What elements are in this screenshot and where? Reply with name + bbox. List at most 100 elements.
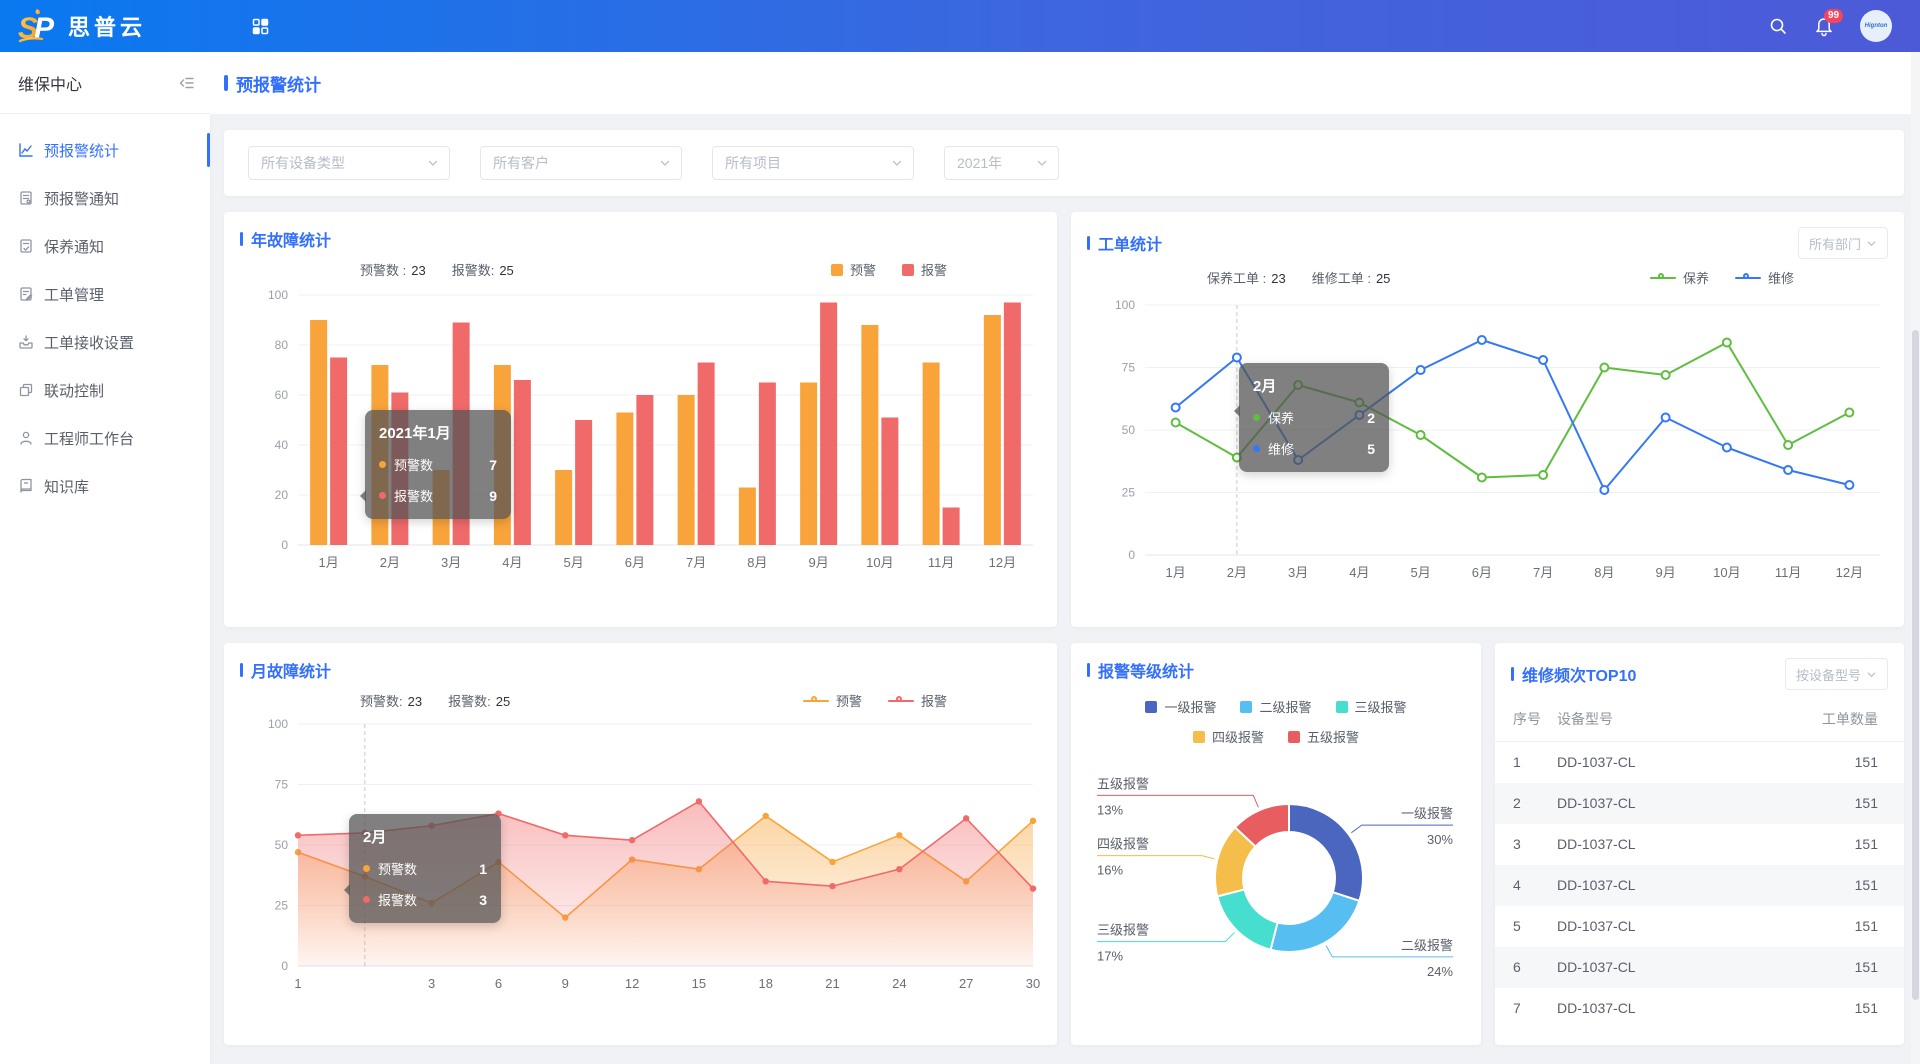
sidebar-item-workorder-manage[interactable]: 工单管理 (0, 270, 210, 318)
svg-text:5月: 5月 (564, 555, 584, 570)
year-fault-card: 年故障统计 预警数 :23 报警数:25 预警 报警 0204060801001… (224, 212, 1057, 627)
year-fault-tooltip: 2021年1月 预警数7 报警数9 (365, 410, 511, 519)
col-device-model: 设备型号 (1557, 699, 1808, 742)
svg-text:3: 3 (428, 976, 435, 991)
main-content: 预报警统计 所有设备类型 所有客户 所有项目 2021年 (210, 52, 1920, 1064)
table-row: 7DD-1037-CL151 (1495, 988, 1904, 1029)
svg-text:16%: 16% (1097, 863, 1123, 878)
svg-text:四级报警: 四级报警 (1097, 837, 1149, 852)
device-type-select[interactable]: 所有设备类型 (248, 146, 450, 180)
year-fault-bar-chart[interactable]: 0204060801001月2月3月4月5月6月7月8月9月10月11月12月 (224, 281, 1057, 598)
brand-logo[interactable]: S P 思普云 (0, 8, 210, 44)
notifications-bell-icon[interactable]: 99 (1814, 16, 1834, 37)
svg-text:100: 100 (1115, 298, 1135, 312)
work-order-title: 工单统计 (1087, 231, 1162, 255)
work-order-line-chart[interactable]: 02550751001月2月3月4月5月6月7月8月9月10月11月12月 (1071, 291, 1904, 608)
svg-text:40: 40 (275, 438, 289, 452)
linkage-icon (18, 382, 34, 398)
work-order-stats: 保养工单 :23 维修工单 :25 保养 维修 (1071, 268, 1904, 291)
table-row: 1DD-1037-CL151 (1495, 742, 1904, 783)
department-select[interactable]: 所有部门 (1798, 227, 1888, 259)
svg-text:1月: 1月 (1166, 565, 1186, 580)
sidebar-item-engineer-workbench[interactable]: 工程师工作台 (0, 414, 210, 462)
chevron-down-icon (1866, 669, 1877, 680)
device-model-sort-select[interactable]: 按设备型号 (1785, 658, 1888, 690)
sidebar-menu: 预报警统计 预报警通知 保养通知 工单管理 (0, 114, 210, 510)
search-icon[interactable] (1768, 16, 1788, 36)
customer-select[interactable]: 所有客户 (480, 146, 682, 180)
page-title: 预报警统计 (224, 71, 321, 96)
svg-text:8月: 8月 (747, 555, 767, 570)
work-order-tooltip: 2月 保养2 维修5 (1239, 363, 1389, 472)
svg-text:4月: 4月 (1349, 565, 1369, 580)
svg-text:3月: 3月 (1288, 565, 1308, 580)
chevron-down-icon (659, 157, 671, 169)
svg-text:1月: 1月 (319, 555, 339, 570)
avatar[interactable]: Hignton (1860, 10, 1892, 42)
svg-text:0: 0 (281, 959, 288, 973)
svg-text:12月: 12月 (989, 555, 1016, 570)
svg-text:五级报警: 五级报警 (1097, 776, 1149, 791)
work-order-icon (18, 286, 34, 302)
svg-text:75: 75 (275, 778, 289, 792)
chevron-down-icon (891, 157, 903, 169)
work-order-legend[interactable]: 保养 维修 (1650, 268, 1794, 287)
svg-text:12: 12 (625, 976, 639, 991)
work-order-card: 工单统计 所有部门 保养工单 :23 维修工单 :25 保养 维修 (1071, 212, 1904, 627)
page-scrollbar-thumb[interactable] (1912, 330, 1919, 1000)
month-fault-legend[interactable]: 预警 报警 (803, 691, 947, 710)
svg-text:一级报警: 一级报警 (1401, 806, 1453, 821)
svg-text:9月: 9月 (1656, 565, 1676, 580)
svg-text:2月: 2月 (1227, 565, 1247, 580)
col-index: 序号 (1495, 699, 1557, 742)
svg-text:5月: 5月 (1411, 565, 1431, 580)
chevron-down-icon (1866, 238, 1877, 249)
svg-text:3月: 3月 (441, 555, 461, 570)
table-row: 3DD-1037-CL151 (1495, 824, 1904, 865)
brand-name: 思普云 (68, 10, 146, 42)
month-fault-tooltip: 2月 预警数1 报警数3 (349, 814, 501, 923)
svg-text:二级报警: 二级报警 (1401, 938, 1453, 953)
sidebar-item-maintain-notice[interactable]: 保养通知 (0, 222, 210, 270)
svg-text:11月: 11月 (1775, 565, 1802, 580)
year-fault-title: 年故障统计 (240, 227, 331, 251)
maintenance-doc-icon (18, 238, 34, 254)
year-select[interactable]: 2021年 (944, 146, 1059, 180)
svg-text:100: 100 (268, 288, 288, 302)
notification-badge: 99 (1824, 9, 1843, 23)
svg-text:24: 24 (892, 976, 906, 991)
svg-text:9: 9 (562, 976, 569, 991)
alarm-level-legend[interactable]: 一级报警 二级报警 三级报警 四级报警 五级报警 (1071, 691, 1481, 748)
month-fault-stats: 预警数:23 报警数:25 预警 报警 (224, 691, 1057, 712)
svg-text:50: 50 (275, 838, 289, 852)
sidebar-item-knowledge-base[interactable]: 知识库 (0, 462, 210, 510)
svg-text:6月: 6月 (1472, 565, 1492, 580)
apps-grid-icon[interactable] (252, 18, 269, 35)
alarm-level-title: 报警等级统计 (1087, 658, 1194, 682)
repair-top10-table: 序号 设备型号 工单数量 1DD-1037-CL1512DD-1037-CL15… (1495, 699, 1904, 1029)
svg-text:7月: 7月 (1533, 565, 1553, 580)
sidebar-item-workorder-receive[interactable]: 工单接收设置 (0, 318, 210, 366)
svg-text:15: 15 (692, 976, 706, 991)
chevron-down-icon (1036, 157, 1048, 169)
svg-text:0: 0 (281, 538, 288, 552)
collapse-menu-icon[interactable] (178, 74, 196, 92)
svg-text:24%: 24% (1427, 964, 1453, 979)
svg-text:25: 25 (275, 899, 289, 913)
line-chart-icon (18, 142, 34, 158)
svg-text:20: 20 (275, 488, 289, 502)
alarm-level-donut-chart[interactable]: 一级报警30%二级报警24%三级报警17%四级报警16%五级报警13% (1071, 748, 1481, 1009)
engineer-icon (18, 430, 34, 446)
svg-text:30: 30 (1026, 976, 1040, 991)
svg-text:21: 21 (825, 976, 839, 991)
year-fault-stats: 预警数 :23 报警数:25 预警 报警 (224, 260, 1057, 281)
svg-text:60: 60 (275, 388, 289, 402)
filter-bar: 所有设备类型 所有客户 所有项目 2021年 (224, 130, 1904, 196)
sidebar-item-prealarm-stats[interactable]: 预报警统计 (0, 126, 210, 174)
svg-text:9月: 9月 (809, 555, 829, 570)
sidebar-item-prealarm-notice[interactable]: 预报警通知 (0, 174, 210, 222)
project-select[interactable]: 所有项目 (712, 146, 914, 180)
svg-text:三级报警: 三级报警 (1097, 923, 1149, 938)
year-fault-legend[interactable]: 预警 报警 (831, 260, 947, 279)
sidebar-item-linkage-control[interactable]: 联动控制 (0, 366, 210, 414)
